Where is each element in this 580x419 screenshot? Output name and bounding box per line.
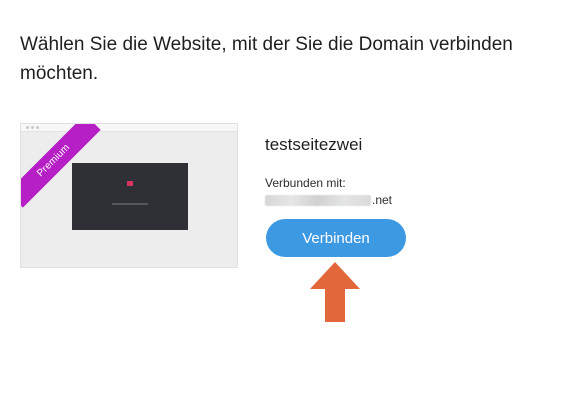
connected-with-label: Verbunden mit: xyxy=(265,176,346,190)
connected-domain-suffix: .net xyxy=(372,193,393,207)
thumbnail-logo xyxy=(127,181,133,186)
connect-button[interactable]: Verbinden xyxy=(266,219,406,257)
thumbnail-caption-line xyxy=(112,203,148,205)
thumbnail-site-preview xyxy=(72,163,188,230)
site-thumbnail[interactable]: Premium xyxy=(20,123,238,268)
thumbnail-window-dots xyxy=(26,126,39,129)
site-name: testseitezwei xyxy=(265,135,363,154)
redacted-domain-part xyxy=(265,194,371,206)
up-arrow-icon xyxy=(310,262,360,322)
domain-connect-panel: Wählen Sie die Website, mit der Sie die … xyxy=(0,0,580,419)
connected-domain: .net xyxy=(265,193,392,207)
thumbnail-browser-bar xyxy=(21,124,237,132)
page-heading: Wählen Sie die Website, mit der Sie die … xyxy=(20,34,513,84)
